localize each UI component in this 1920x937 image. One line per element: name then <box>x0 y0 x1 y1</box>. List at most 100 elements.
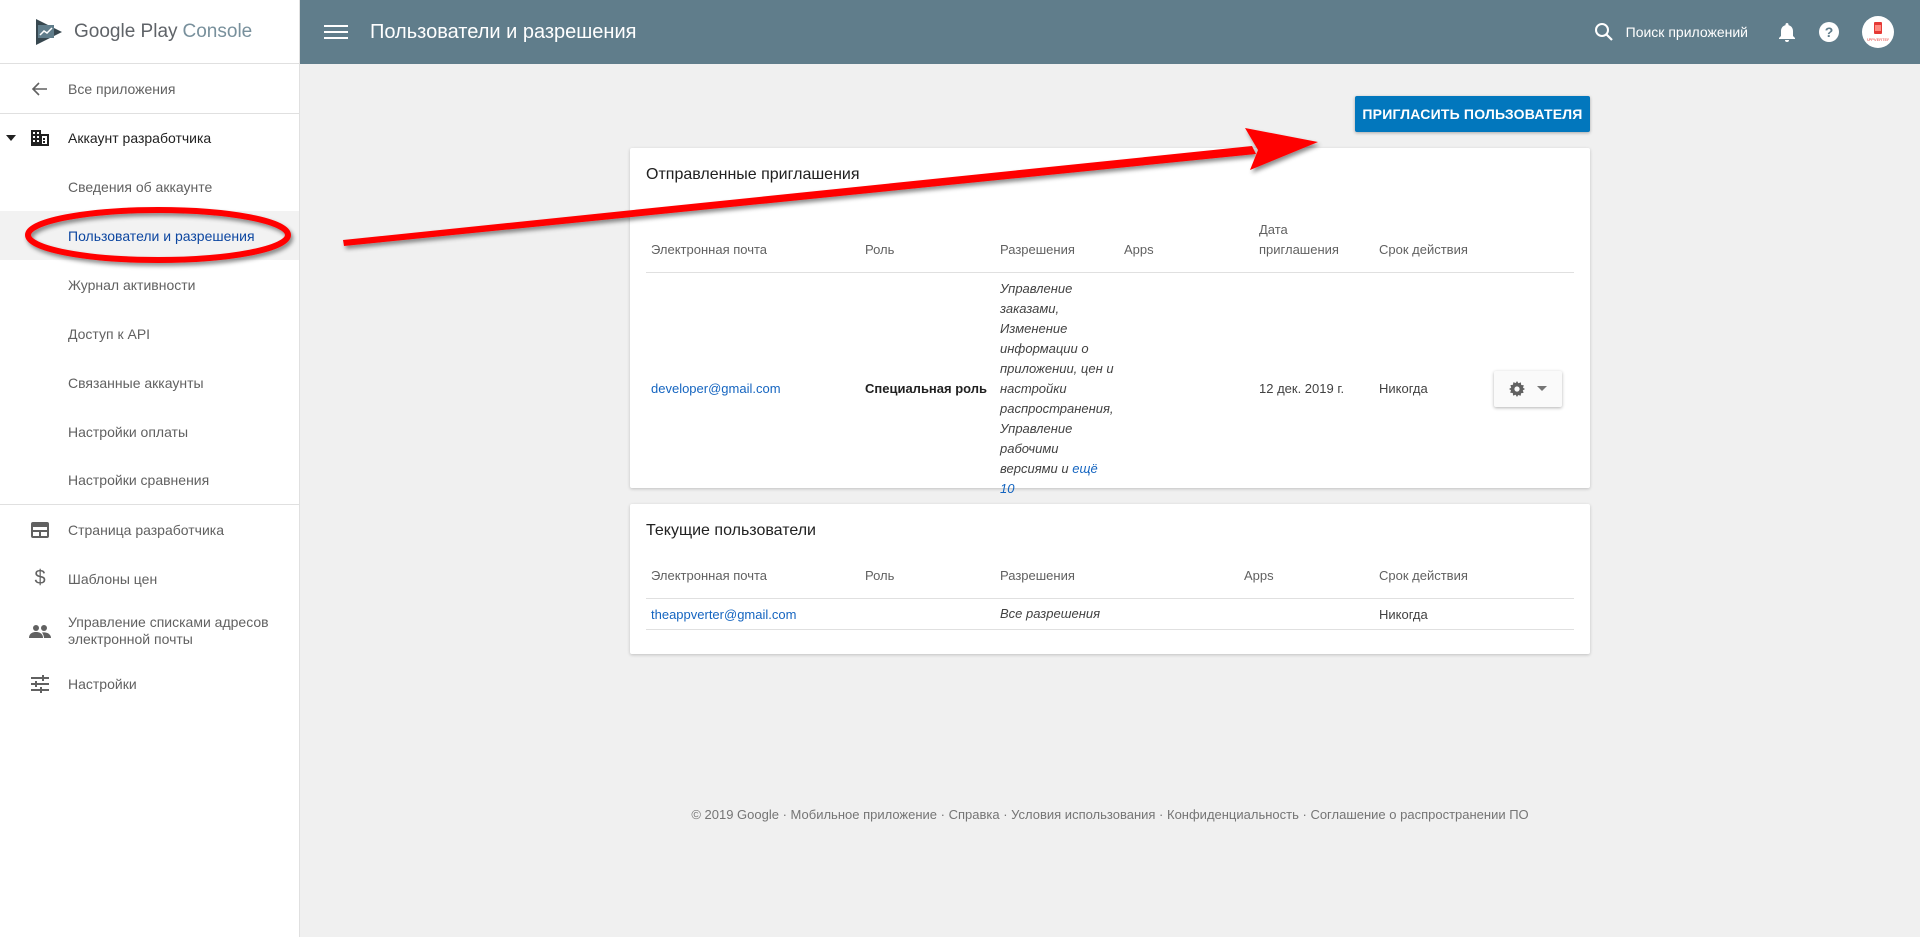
play-console-logo-icon <box>36 18 62 45</box>
invite-apps <box>1119 272 1254 506</box>
sidebar-item-account-details[interactable]: Сведения об аккаунте <box>0 162 299 211</box>
footer-link-help[interactable]: Справка <box>949 807 1000 822</box>
footer-link-mobile-app[interactable]: Мобильное приложение <box>791 807 937 822</box>
invite-email[interactable]: developer@gmail.com <box>646 272 860 506</box>
logo-text-google-play: Google Play <box>74 20 178 42</box>
web-page-icon <box>28 518 52 542</box>
hamburger-menu-icon[interactable] <box>324 21 348 43</box>
sidebar-item-price-templates[interactable]: $ Шаблоны цен <box>0 554 299 603</box>
sidebar-section-label: Аккаунт разработчика <box>68 130 212 146</box>
footer-separator: · <box>1155 807 1167 822</box>
sidebar-item-activity-log[interactable]: Журнал активности <box>0 260 299 309</box>
sent-invitations-title: Отправленные приглашения <box>646 166 860 183</box>
permissions-text: Управление заказами, Изменение информаци… <box>1000 280 1114 476</box>
sidebar-item-label: Пользователи и разрешения <box>68 227 255 244</box>
current-users-title: Текущие пользователи <box>646 522 816 539</box>
google-play-console-logo[interactable]: Google Play Console <box>0 0 299 64</box>
sidebar-item-label: Настройки оплаты <box>68 423 189 440</box>
sidebar-item-settings[interactable]: Настройки <box>0 659 299 708</box>
notifications-bell-icon[interactable] <box>1778 22 1796 42</box>
footer-link-terms[interactable]: Условия использования <box>1011 807 1155 822</box>
footer-separator: · <box>999 807 1012 822</box>
sidebar-item-label: Настройки <box>68 675 137 692</box>
sent-invitations-table: Электронная почта Роль Разрешения Apps Д… <box>646 208 1574 506</box>
current-users-card: Текущие пользователи Электронная почта Р… <box>630 504 1590 654</box>
main-content: ПРИГЛАСИТЬ ПОЛЬЗОВАТЕЛЯ Отправленные при… <box>300 64 1920 937</box>
column-header-invite-date[interactable]: Дата приглашения <box>1254 208 1374 273</box>
column-header-apps[interactable]: Apps <box>1239 566 1374 599</box>
sidebar-item-payment-settings[interactable]: Настройки оплаты <box>0 407 299 456</box>
column-header-email[interactable]: Электронная почта <box>646 208 860 273</box>
appverter-logo-icon: APPVERTER <box>1867 22 1889 42</box>
svg-text:?: ? <box>1825 24 1834 40</box>
invite-permissions: Управление заказами, Изменение информаци… <box>995 272 1119 506</box>
column-header-email[interactable]: Электронная почта <box>646 566 860 599</box>
page-title: Пользователи и разрешения <box>370 20 637 43</box>
user-apps <box>1239 598 1374 630</box>
footer-link-dda[interactable]: Соглашение о распространении ПО <box>1310 807 1528 822</box>
arrow-left-icon <box>28 77 52 101</box>
table-header-row: Электронная почта Роль Разрешения Apps С… <box>646 566 1574 599</box>
sidebar-item-label: Страница разработчика <box>68 521 224 538</box>
sidebar-item-label: Настройки сравнения <box>68 472 210 488</box>
gear-icon <box>1509 380 1525 397</box>
dollar-icon: $ <box>34 567 46 589</box>
footer-link-privacy[interactable]: Конфиденциальность <box>1167 807 1299 822</box>
sidebar-item-api-access[interactable]: Доступ к API <box>0 309 299 358</box>
user-role <box>860 598 995 630</box>
user-permissions: Все разрешения <box>995 598 1239 630</box>
current-users-table: Электронная почта Роль Разрешения Apps С… <box>646 566 1574 630</box>
column-header-permissions[interactable]: Разрешения <box>995 208 1119 273</box>
sidebar-item-benchmark-settings[interactable]: Настройки сравнения <box>0 456 299 505</box>
footer-separator: · <box>937 807 949 822</box>
column-header-permissions[interactable]: Разрешения <box>995 566 1239 599</box>
logo-text-console: Console <box>182 20 253 42</box>
column-header-expires[interactable]: Срок действия <box>1374 208 1489 273</box>
search-label: Поиск приложений <box>1625 24 1748 40</box>
invite-user-button[interactable]: ПРИГЛАСИТЬ ПОЛЬЗОВАТЕЛЯ <box>1355 96 1590 132</box>
caret-down-icon <box>6 135 16 141</box>
sidebar-section-developer-account[interactable]: Аккаунт разработчика <box>0 114 299 162</box>
sidebar-item-email-lists[interactable]: Управление списками адресов электронной … <box>0 603 299 659</box>
sidebar-item-label: Шаблоны цен <box>68 570 158 587</box>
account-avatar[interactable]: APPVERTER <box>1862 16 1894 48</box>
sliders-icon <box>28 672 52 696</box>
user-expires: Никогда <box>1374 598 1574 630</box>
sent-invitations-card: Отправленные приглашения Электронная поч… <box>630 148 1590 506</box>
table-header-row: Электронная почта Роль Разрешения Apps Д… <box>646 208 1574 273</box>
sidebar-item-label: Журнал активности <box>68 276 196 293</box>
column-header-role[interactable]: Роль <box>860 566 995 599</box>
sidebar-item-all-apps[interactable]: Все приложения <box>0 64 299 114</box>
chevron-down-icon <box>1537 386 1547 391</box>
avatar-text: APPVERTER <box>1867 37 1889 42</box>
footer-copyright: © 2019 Google <box>691 807 779 822</box>
search-apps-button[interactable]: Поиск приложений <box>1594 22 1748 42</box>
sidebar: Google Play Console Все приложения Аккау… <box>0 0 300 937</box>
sidebar-item-label: Все приложения <box>68 80 176 97</box>
row-actions-menu-button[interactable] <box>1494 370 1562 407</box>
sidebar-item-label: Доступ к API <box>68 325 151 342</box>
user-email[interactable]: theappverter@gmail.com <box>646 598 860 630</box>
invite-role: Специальная роль <box>860 272 995 506</box>
sidebar-item-label: Связанные аккаунты <box>68 374 204 391</box>
invite-expires: Никогда <box>1374 272 1489 506</box>
footer: © 2019 Google · Мобильное приложение · С… <box>630 807 1590 822</box>
sidebar-item-label: Управление списками адресов электронной … <box>68 614 269 647</box>
column-header-expires[interactable]: Срок действия <box>1374 566 1574 599</box>
footer-separator: · <box>778 807 791 822</box>
sidebar-item-linked-accounts[interactable]: Связанные аккаунты <box>0 358 299 407</box>
help-icon[interactable]: ? <box>1818 21 1840 43</box>
sidebar-item-label: Сведения об аккаунте <box>68 178 213 195</box>
search-icon <box>1594 23 1613 41</box>
sidebar-item-developer-page[interactable]: Страница разработчика <box>0 505 299 554</box>
sidebar-item-users-permissions[interactable]: Пользователи и разрешения <box>0 211 299 260</box>
people-icon <box>28 619 52 643</box>
table-row[interactable]: theappverter@gmail.com Все разрешения Ни… <box>646 598 1574 630</box>
top-app-bar: Пользователи и разрешения Поиск приложен… <box>300 0 1920 64</box>
table-row[interactable]: developer@gmail.com Специальная роль Упр… <box>646 272 1574 506</box>
column-header-role[interactable]: Роль <box>860 208 995 273</box>
column-header-apps[interactable]: Apps <box>1119 208 1254 273</box>
footer-separator: · <box>1298 807 1311 822</box>
invite-date: 12 дек. 2019 г. <box>1254 272 1374 506</box>
building-icon <box>28 126 52 150</box>
